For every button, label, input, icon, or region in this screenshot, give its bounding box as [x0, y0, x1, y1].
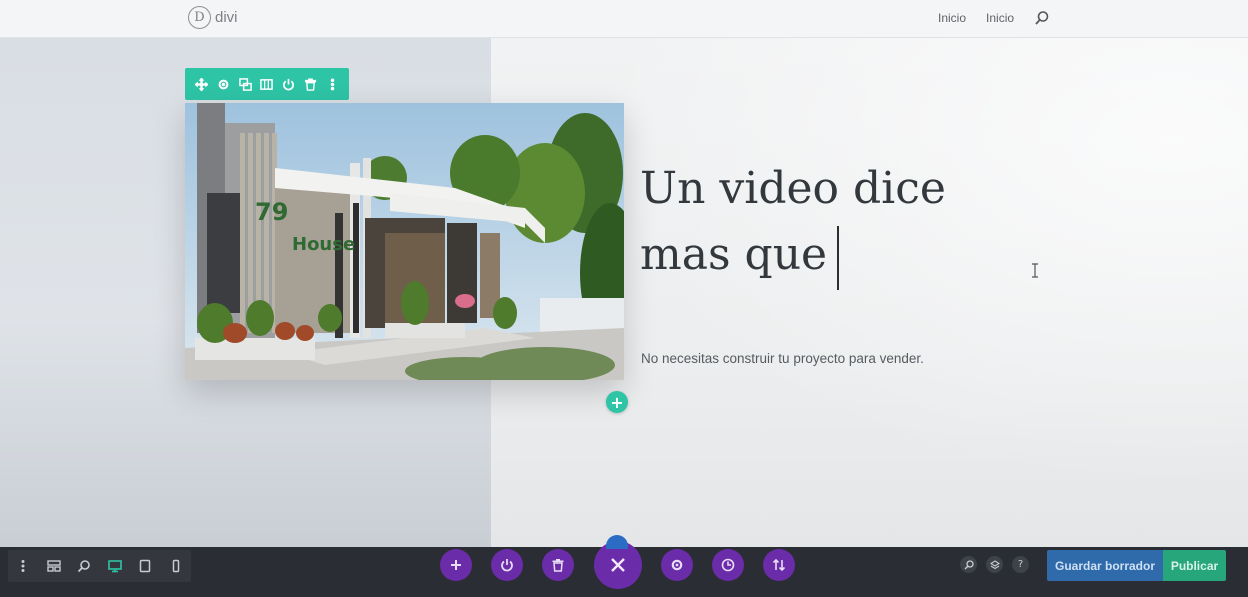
publish-button[interactable]: Publicar [1163, 550, 1226, 581]
gear-icon[interactable] [216, 76, 232, 92]
trash-icon[interactable] [542, 549, 574, 581]
add-module-button[interactable]: + [606, 391, 628, 413]
tablet-icon[interactable] [136, 557, 154, 575]
phone-icon[interactable] [167, 557, 185, 575]
zoom-icon[interactable] [75, 557, 93, 575]
module-toolbar [185, 68, 349, 100]
hero-image-house[interactable]: 79 House [185, 103, 624, 380]
more-icon[interactable] [14, 557, 32, 575]
text-cursor-icon [1032, 263, 1038, 278]
sort-icon[interactable] [763, 549, 795, 581]
search-icon[interactable] [960, 556, 977, 573]
headline-line-2-text: mas que [640, 229, 828, 280]
site-header: D divi Inicio Inicio [0, 0, 1248, 38]
power-icon[interactable] [281, 76, 297, 92]
builder-bottom-bar: ? Guardar borrador Publicar [0, 541, 1248, 597]
columns-icon[interactable] [259, 76, 275, 92]
headline-line-2: mas que [640, 222, 1020, 290]
main-nav: Inicio Inicio [938, 10, 1050, 26]
search-icon[interactable] [1034, 10, 1050, 26]
layers-icon[interactable] [986, 556, 1003, 573]
site-logo[interactable]: D divi [188, 6, 238, 29]
text-caret [837, 225, 840, 290]
gear-icon[interactable] [661, 549, 693, 581]
more-icon[interactable] [324, 76, 340, 92]
help-icon[interactable]: ? [1012, 556, 1029, 573]
save-draft-button[interactable]: Guardar borrador [1047, 550, 1163, 581]
utility-icons: ? [960, 556, 1029, 573]
view-mode-tools [8, 550, 191, 582]
duplicate-icon[interactable] [237, 76, 253, 92]
logo-mark: D [188, 6, 211, 29]
layout-icon[interactable] [45, 557, 63, 575]
hero-headline[interactable]: Un video dice mas que [640, 156, 1020, 290]
logo-text: divi [215, 9, 238, 26]
nav-link-inicio[interactable]: Inicio [938, 11, 966, 25]
signage-word: House [292, 234, 355, 255]
history-icon[interactable] [712, 549, 744, 581]
add-icon[interactable] [440, 549, 472, 581]
trash-icon[interactable] [302, 76, 318, 92]
signage-number: 79 [255, 198, 288, 226]
move-icon[interactable] [194, 76, 210, 92]
power-icon[interactable] [491, 549, 523, 581]
nav-link-inicio-2[interactable]: Inicio [986, 11, 1014, 25]
hero-subtext[interactable]: No necesitas construir tu proyecto para … [641, 351, 924, 366]
desktop-icon[interactable] [106, 557, 124, 575]
headline-line-1: Un video dice [640, 163, 946, 214]
